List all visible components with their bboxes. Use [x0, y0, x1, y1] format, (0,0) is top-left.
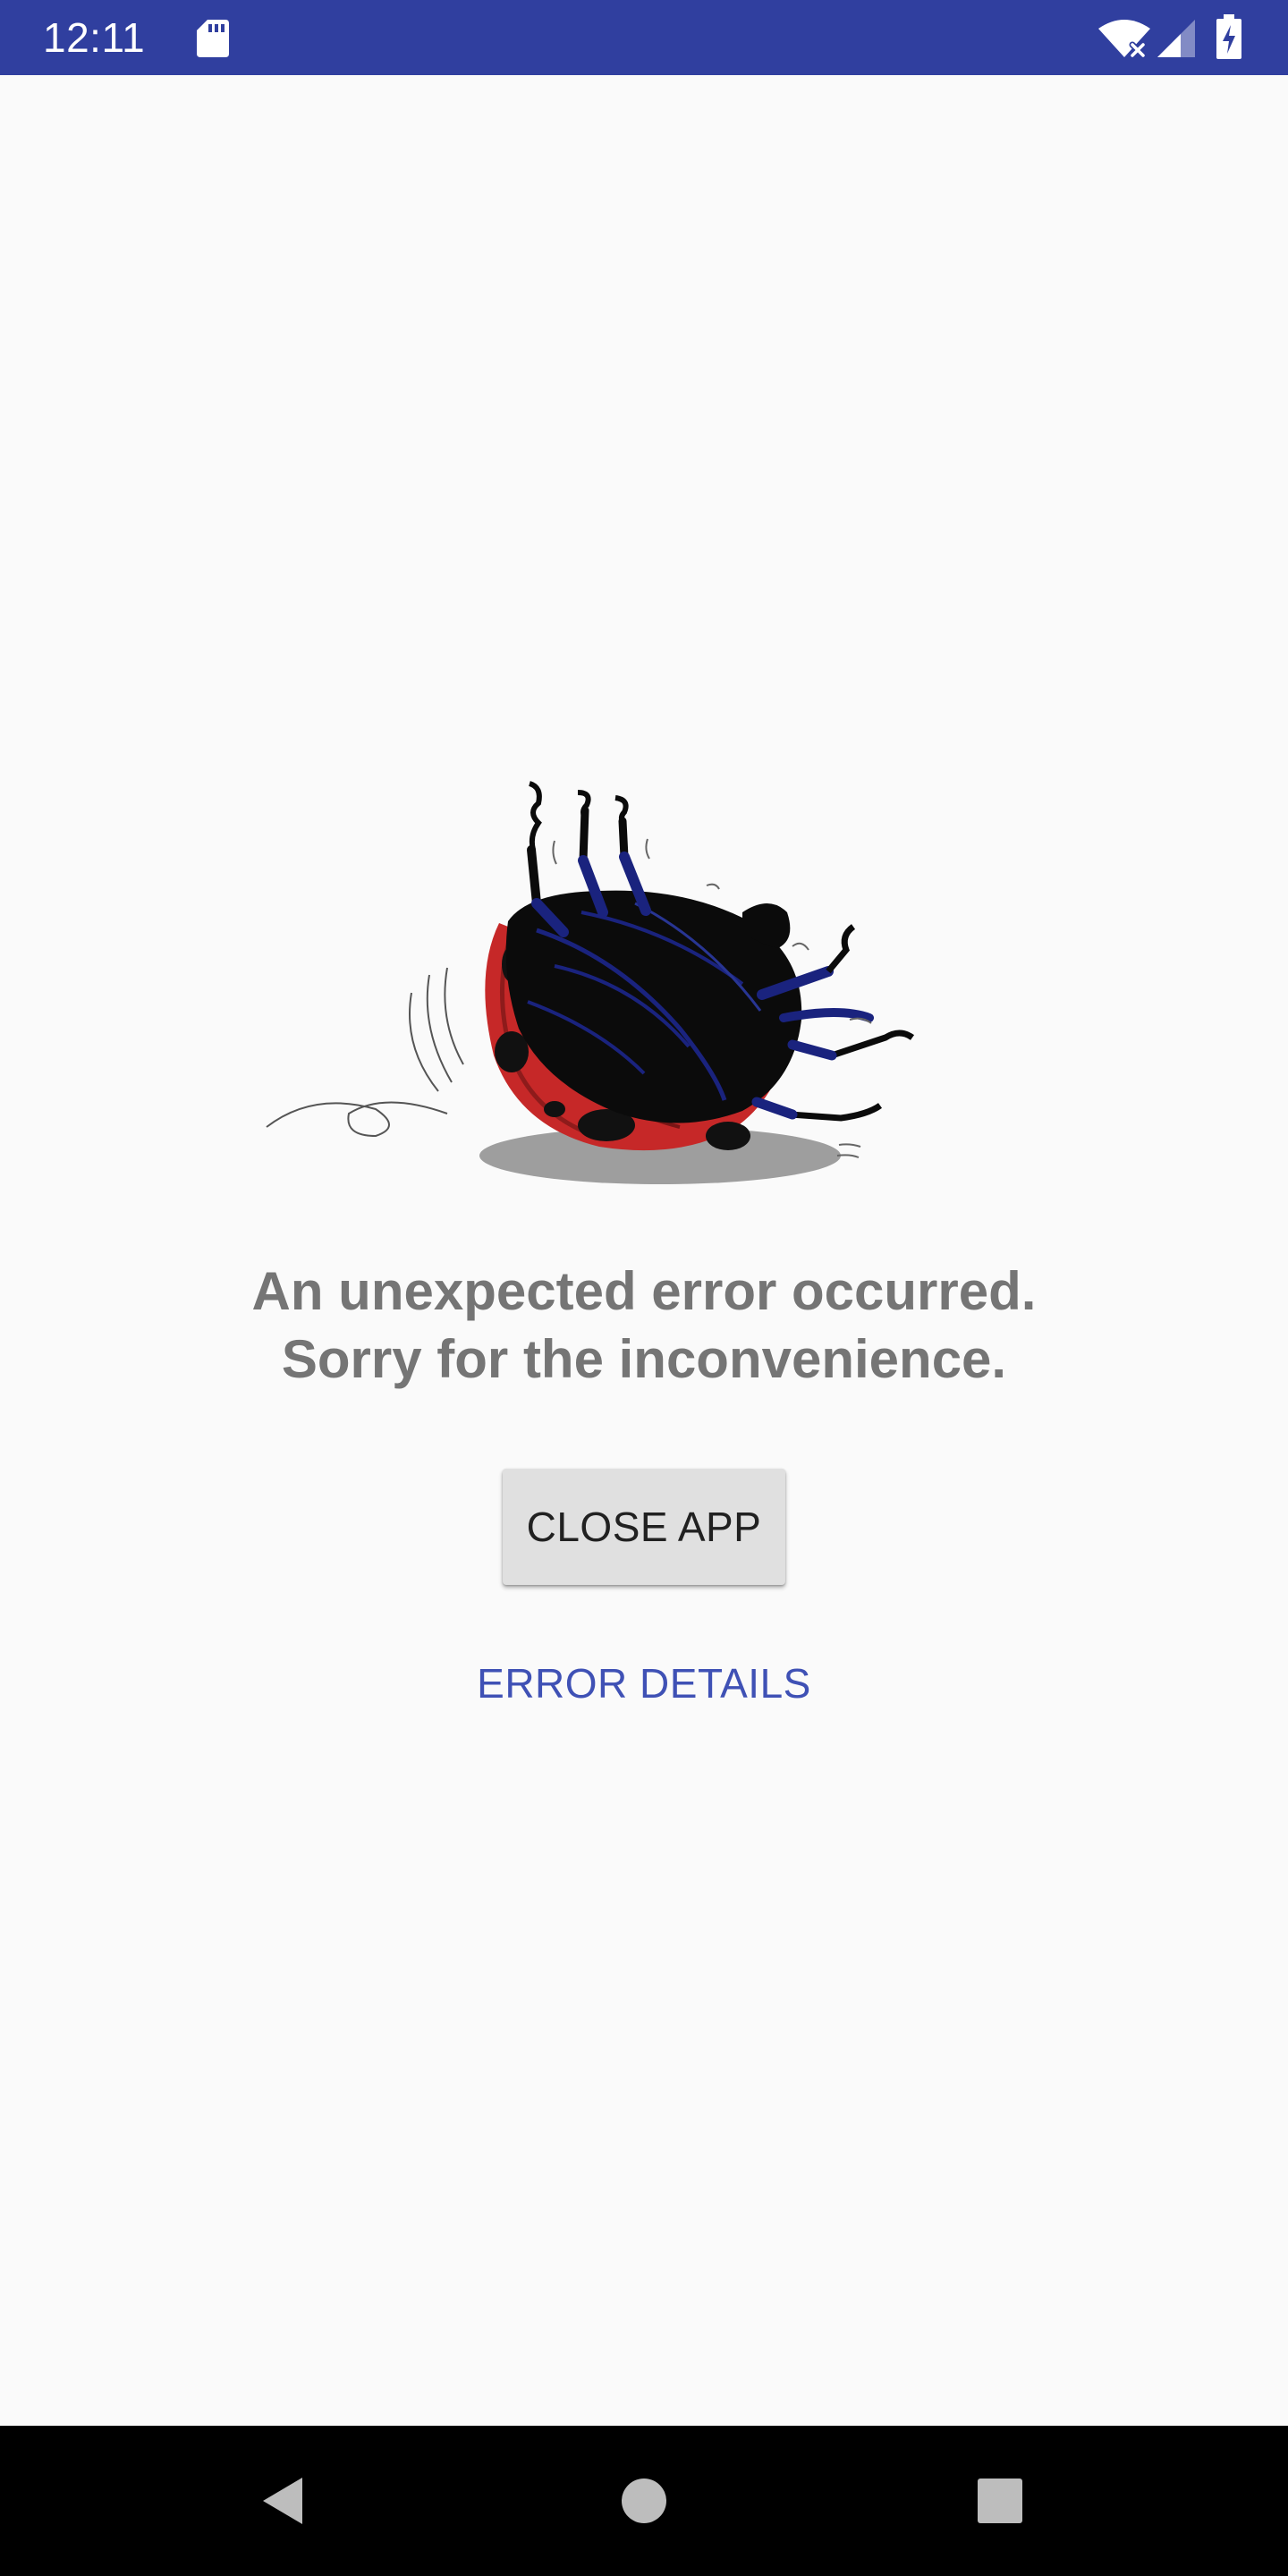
wifi-icon: [1098, 20, 1150, 59]
close-app-button[interactable]: CLOSE APP: [503, 1469, 785, 1585]
status-time: 12:11: [43, 14, 146, 61]
battery-charging-icon: [1216, 14, 1241, 59]
navigation-bar: [0, 2426, 1288, 2576]
back-icon[interactable]: [258, 2474, 308, 2528]
status-bar: 12:11: [0, 0, 1288, 75]
home-icon[interactable]: [621, 2478, 667, 2524]
recents-icon[interactable]: [977, 2478, 1023, 2524]
error-details-button[interactable]: ERROR DETAILS: [420, 1648, 868, 1719]
error-message: An unexpected error occurred. Sorry for …: [107, 1258, 1181, 1394]
error-message-line-2: Sorry for the inconvenience.: [281, 1329, 1007, 1389]
upside-down-ladybug-icon: [266, 781, 915, 1184]
cell-signal-icon: [1157, 20, 1195, 57]
error-message-line-1: An unexpected error occurred.: [251, 1261, 1037, 1321]
sd-card-icon: [197, 20, 229, 57]
